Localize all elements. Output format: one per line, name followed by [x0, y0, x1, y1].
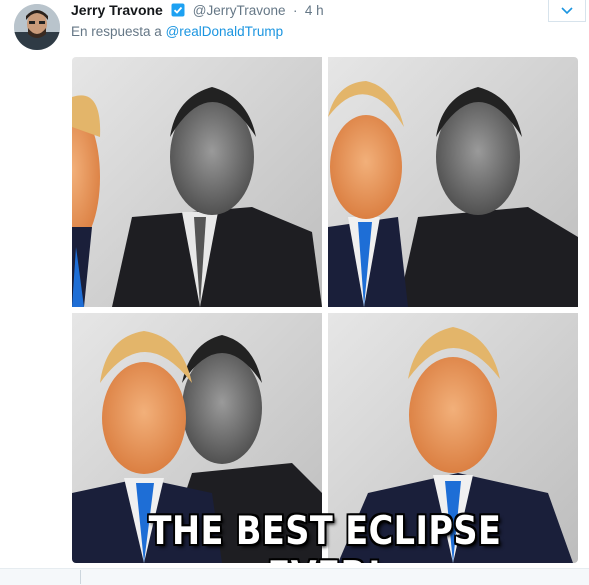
- timestamp[interactable]: 4 h: [305, 3, 324, 18]
- separator-dot: ·: [292, 3, 298, 18]
- tweet-header: Jerry Travone @JerryTravone · 4 h: [71, 2, 324, 20]
- reply-prefix: En respuesta a: [71, 24, 162, 39]
- avatar[interactable]: [14, 4, 60, 50]
- meme-caption: THE BEST ECLIPSE EVER!: [148, 509, 502, 563]
- tweet-menu-button[interactable]: [548, 0, 586, 22]
- reply-context: En respuesta a @realDonaldTrump: [71, 24, 283, 39]
- author-name[interactable]: Jerry Travone: [71, 2, 163, 18]
- bottom-divider: [80, 570, 81, 584]
- verified-badge-icon: [171, 3, 185, 17]
- author-handle[interactable]: @JerryTravone: [193, 3, 286, 18]
- meme-image: [72, 57, 578, 563]
- tweet: Jerry Travone @JerryTravone · 4 h En res…: [0, 0, 589, 585]
- panel-2: [328, 57, 578, 307]
- reply-to-link[interactable]: @realDonaldTrump: [166, 24, 284, 39]
- chevron-down-icon: [561, 2, 573, 20]
- tweet-media[interactable]: THE BEST ECLIPSE EVER!: [72, 57, 578, 563]
- avatar-image: [14, 4, 60, 50]
- panel-1: [72, 57, 322, 307]
- bottom-bar: [0, 568, 589, 585]
